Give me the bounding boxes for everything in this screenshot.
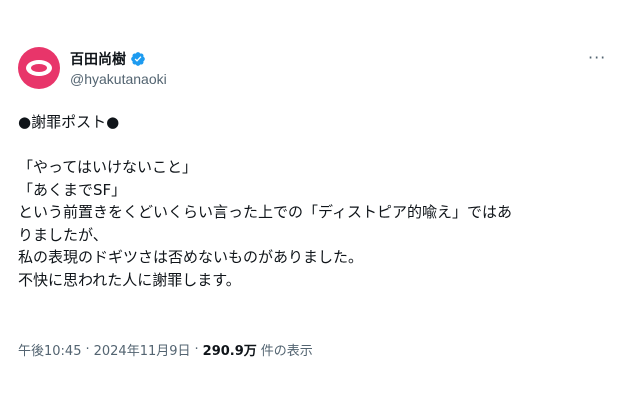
tweet-line: ●謝罪ポスト● [18,113,120,131]
tweet-date[interactable]: 2024年11月9日 [94,340,191,359]
tweet-card: 百田尚樹 @hyakutanaoki ··· ●謝罪ポスト● 「やってはいけない… [0,0,620,413]
verified-badge-icon[interactable] [130,51,146,67]
tweet-line: 「あくまでSF」 [18,180,127,199]
author-display-name[interactable]: 百田尚樹 [70,49,126,69]
avatar[interactable] [18,47,60,89]
tweet-line: という前置きをくどいくらい言った上での「ディストピア的喩え」ではあ [18,203,512,221]
tweet-time[interactable]: 午後10:45 [18,340,81,359]
tweet-line: 「やってはいけないこと」 [18,158,197,176]
tweet-line: 私の表現のドギツさは否めないものがありました。 [18,248,364,266]
tweet-line: 不快に思われた人に謝罪します。 [18,270,241,289]
avatar-logo [26,60,52,76]
tweet-meta: 午後10:45 · 2024年11月9日 · 290.9万 件の表示 [18,340,313,359]
meta-separator: · [194,342,199,357]
meta-separator: · [85,342,90,357]
views-count: 290.9万 [202,344,257,359]
tweet-line: りましたが、 [18,225,108,244]
author-handle[interactable]: @hyakutanaoki [70,71,167,87]
author-name-row: 百田尚樹 [70,50,146,68]
views-label: 件の表示 [260,344,313,359]
more-icon[interactable]: ··· [588,50,612,70]
tweet-text: ●謝罪ポスト● 「やってはいけないこと」 「あくまでSF」 という前置きをくどい… [18,111,608,291]
